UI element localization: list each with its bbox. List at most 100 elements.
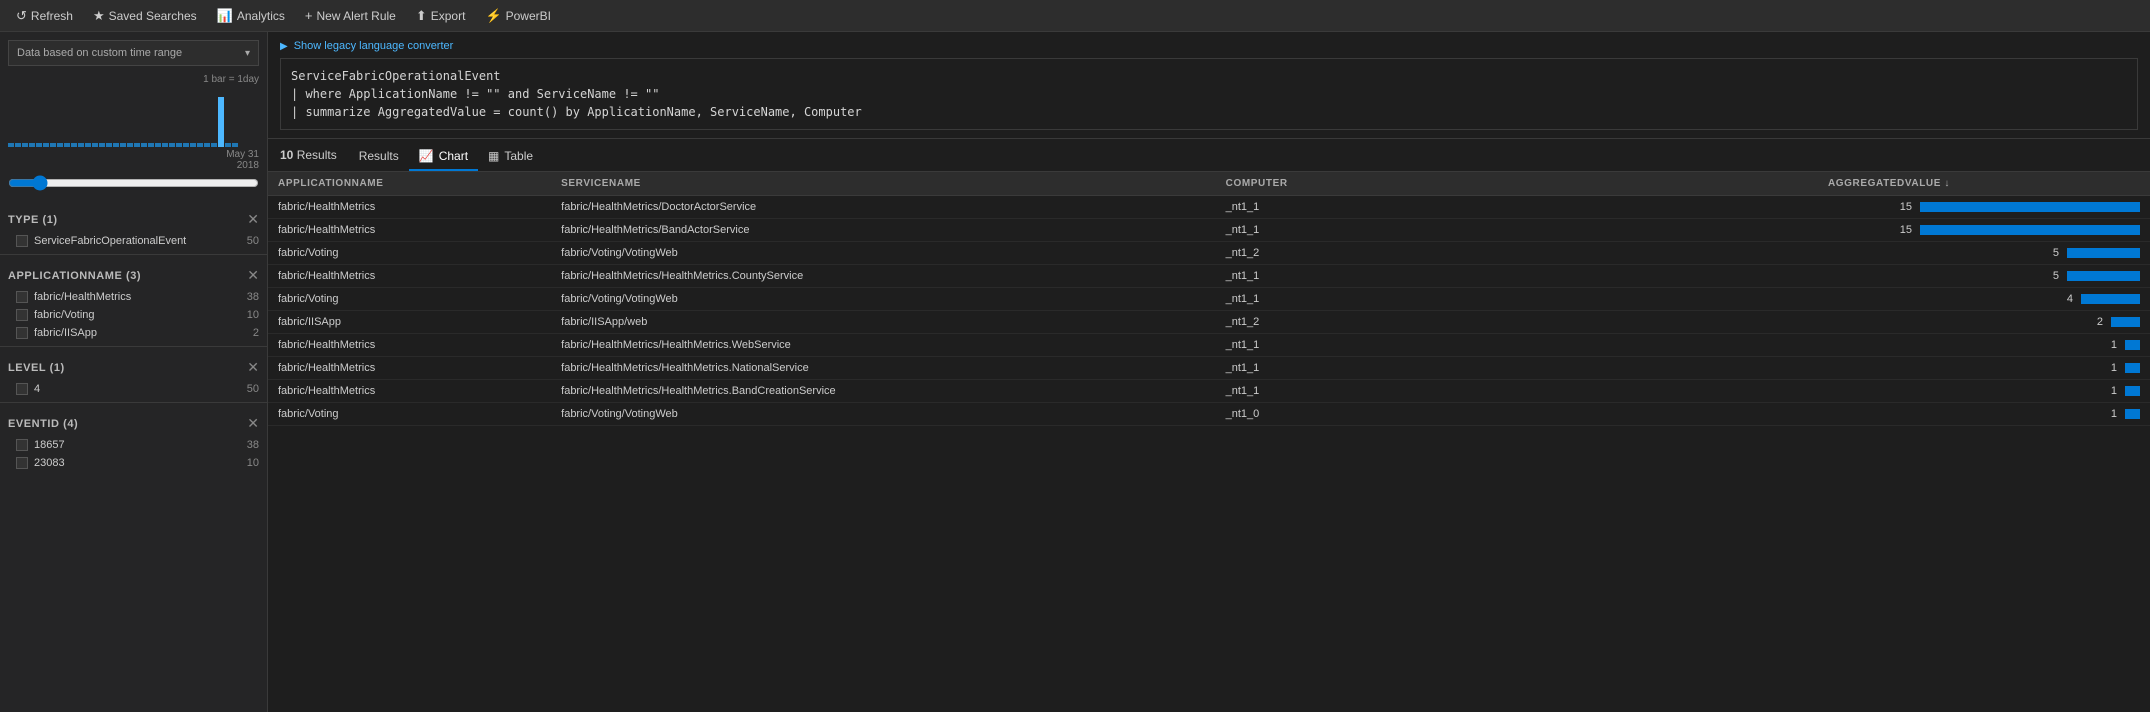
table-row[interactable]: fabric/Voting fabric/Voting/VotingWeb _n… <box>268 288 2150 311</box>
cell-computer: _nt1_1 <box>1216 334 1401 357</box>
cell-computer: _nt1_1 <box>1216 265 1401 288</box>
cell-servicename: fabric/Voting/VotingWeb <box>551 288 1216 311</box>
bar-cell: 1 <box>1411 362 2140 374</box>
sidebar: Data based on custom time range ▾ 1 bar … <box>0 32 268 712</box>
col-aggregatedvalue[interactable]: AGGREGATEDVALUE ↓ <box>1401 172 2150 196</box>
table-row[interactable]: fabric/Voting fabric/Voting/VotingWeb _n… <box>268 403 2150 426</box>
cell-servicename: fabric/HealthMetrics/BandActorService <box>551 219 1216 242</box>
cell-computer: _nt1_2 <box>1216 242 1401 265</box>
filter-appname-item-1[interactable]: fabric/Voting 10 <box>0 306 267 324</box>
col-computer[interactable]: COMPUTER <box>1216 172 1401 196</box>
star-icon: ★ <box>93 8 105 24</box>
hist-bar <box>190 143 196 147</box>
legacy-toggle-label: Show legacy language converter <box>294 40 454 52</box>
table-row[interactable]: fabric/HealthMetrics fabric/HealthMetric… <box>268 196 2150 219</box>
aggregated-value: 15 <box>1894 224 1912 236</box>
table-header: APPLICATIONNAME SERVICENAME COMPUTER AGG… <box>268 172 2150 196</box>
cell-aggregatedvalue: 5 <box>1401 242 2150 265</box>
powerbi-button[interactable]: ⚡ PowerBI <box>477 4 559 28</box>
value-bar <box>2067 248 2140 258</box>
hist-bar <box>162 143 168 147</box>
results-tabs: 10 Results Results 📈 Chart ▦ Table <box>268 139 2150 172</box>
aggregated-value: 4 <box>2055 293 2073 305</box>
filter-level-header: LEVEL (1) ✕ <box>0 353 267 380</box>
cell-servicename: fabric/IISApp/web <box>551 311 1216 334</box>
table-row[interactable]: fabric/IISApp fabric/IISApp/web _nt1_2 2 <box>268 311 2150 334</box>
query-editor[interactable]: ServiceFabricOperationalEvent| where App… <box>280 58 2138 130</box>
export-button[interactable]: ⬆ Export <box>408 4 474 28</box>
table-row[interactable]: fabric/HealthMetrics fabric/HealthMetric… <box>268 334 2150 357</box>
hist-bar <box>57 143 63 147</box>
filter-appname-item-2[interactable]: fabric/IISApp 2 <box>0 324 267 342</box>
filter-appname-item-0[interactable]: fabric/HealthMetrics 38 <box>0 288 267 306</box>
plus-icon: + <box>305 8 313 23</box>
filter-level-item-0[interactable]: 4 50 <box>0 380 267 398</box>
cell-applicationname: fabric/Voting <box>268 288 551 311</box>
cell-servicename: fabric/HealthMetrics/HealthMetrics.Natio… <box>551 357 1216 380</box>
cell-applicationname: fabric/HealthMetrics <box>268 334 551 357</box>
tab-table[interactable]: ▦ Table <box>478 145 543 171</box>
tab-chart[interactable]: 📈 Chart <box>409 145 478 171</box>
hist-bar <box>71 143 77 147</box>
divider <box>0 254 267 255</box>
refresh-button[interactable]: ↺ Refresh <box>8 4 81 28</box>
bar-cell: 1 <box>1411 385 2140 397</box>
time-range-slider[interactable] <box>8 175 259 191</box>
refresh-icon: ↺ <box>16 8 27 24</box>
cell-servicename: fabric/Voting/VotingWeb <box>551 242 1216 265</box>
cell-applicationname: fabric/HealthMetrics <box>268 196 551 219</box>
time-range-label: Data based on custom time range <box>17 47 182 59</box>
hist-bar <box>127 143 133 147</box>
divider <box>0 402 267 403</box>
value-bar <box>2125 409 2140 419</box>
cell-applicationname: fabric/HealthMetrics <box>268 357 551 380</box>
table-row[interactable]: fabric/HealthMetrics fabric/HealthMetric… <box>268 265 2150 288</box>
col-servicename[interactable]: SERVICENAME <box>551 172 1216 196</box>
results-count: 10 Results <box>280 148 337 168</box>
aggregated-value: 1 <box>2099 339 2117 351</box>
cell-aggregatedvalue: 1 <box>1401 334 2150 357</box>
cell-servicename: fabric/HealthMetrics/HealthMetrics.BandC… <box>551 380 1216 403</box>
filter-eventid-close[interactable]: ✕ <box>247 415 259 432</box>
table-row[interactable]: fabric/HealthMetrics fabric/HealthMetric… <box>268 219 2150 242</box>
analytics-button[interactable]: 📊 Analytics <box>209 4 293 28</box>
value-bar <box>1920 202 2140 212</box>
col-applicationname[interactable]: APPLICATIONNAME <box>268 172 551 196</box>
hist-bar <box>36 143 42 147</box>
hist-bar-highlight <box>218 97 224 147</box>
filter-checkbox <box>16 291 28 303</box>
filter-appname-close[interactable]: ✕ <box>247 267 259 284</box>
saved-searches-button[interactable]: ★ Saved Searches <box>85 4 205 28</box>
legacy-toggle[interactable]: ▶ Show legacy language converter <box>280 40 2138 52</box>
filter-type-close[interactable]: ✕ <box>247 211 259 228</box>
query-line: ServiceFabricOperationalEvent <box>291 67 2127 85</box>
hist-bar <box>15 143 21 147</box>
bar-cell: 1 <box>1411 408 2140 420</box>
tab-results[interactable]: Results <box>349 145 409 171</box>
value-bar <box>2081 294 2140 304</box>
table-row[interactable]: fabric/Voting fabric/Voting/VotingWeb _n… <box>268 242 2150 265</box>
new-alert-rule-button[interactable]: + New Alert Rule <box>297 4 404 27</box>
filter-type-item-0[interactable]: ServiceFabricOperationalEvent 50 <box>0 232 267 250</box>
bar-cell: 2 <box>1411 316 2140 328</box>
hist-bar <box>134 143 140 147</box>
aggregated-value: 1 <box>2099 385 2117 397</box>
table-row[interactable]: fabric/HealthMetrics fabric/HealthMetric… <box>268 357 2150 380</box>
cell-aggregatedvalue: 1 <box>1401 380 2150 403</box>
hist-bar <box>50 143 56 147</box>
hist-bar <box>106 143 112 147</box>
filter-level-close[interactable]: ✕ <box>247 359 259 376</box>
cell-aggregatedvalue: 15 <box>1401 219 2150 242</box>
filter-eventid: EVENTID (4) ✕ 18657 38 23083 10 <box>0 409 267 472</box>
filter-eventid-item-0[interactable]: 18657 38 <box>0 436 267 454</box>
table-row[interactable]: fabric/HealthMetrics fabric/HealthMetric… <box>268 380 2150 403</box>
histogram-label: 1 bar = 1day <box>8 74 259 85</box>
bar-cell: 5 <box>1411 247 2140 259</box>
cell-aggregatedvalue: 2 <box>1401 311 2150 334</box>
time-range-selector[interactable]: Data based on custom time range ▾ <box>8 40 259 66</box>
hist-bar <box>183 143 189 147</box>
results-table-container: APPLICATIONNAME SERVICENAME COMPUTER AGG… <box>268 172 2150 712</box>
table-body: fabric/HealthMetrics fabric/HealthMetric… <box>268 196 2150 426</box>
filter-eventid-item-1[interactable]: 23083 10 <box>0 454 267 472</box>
cell-aggregatedvalue: 4 <box>1401 288 2150 311</box>
